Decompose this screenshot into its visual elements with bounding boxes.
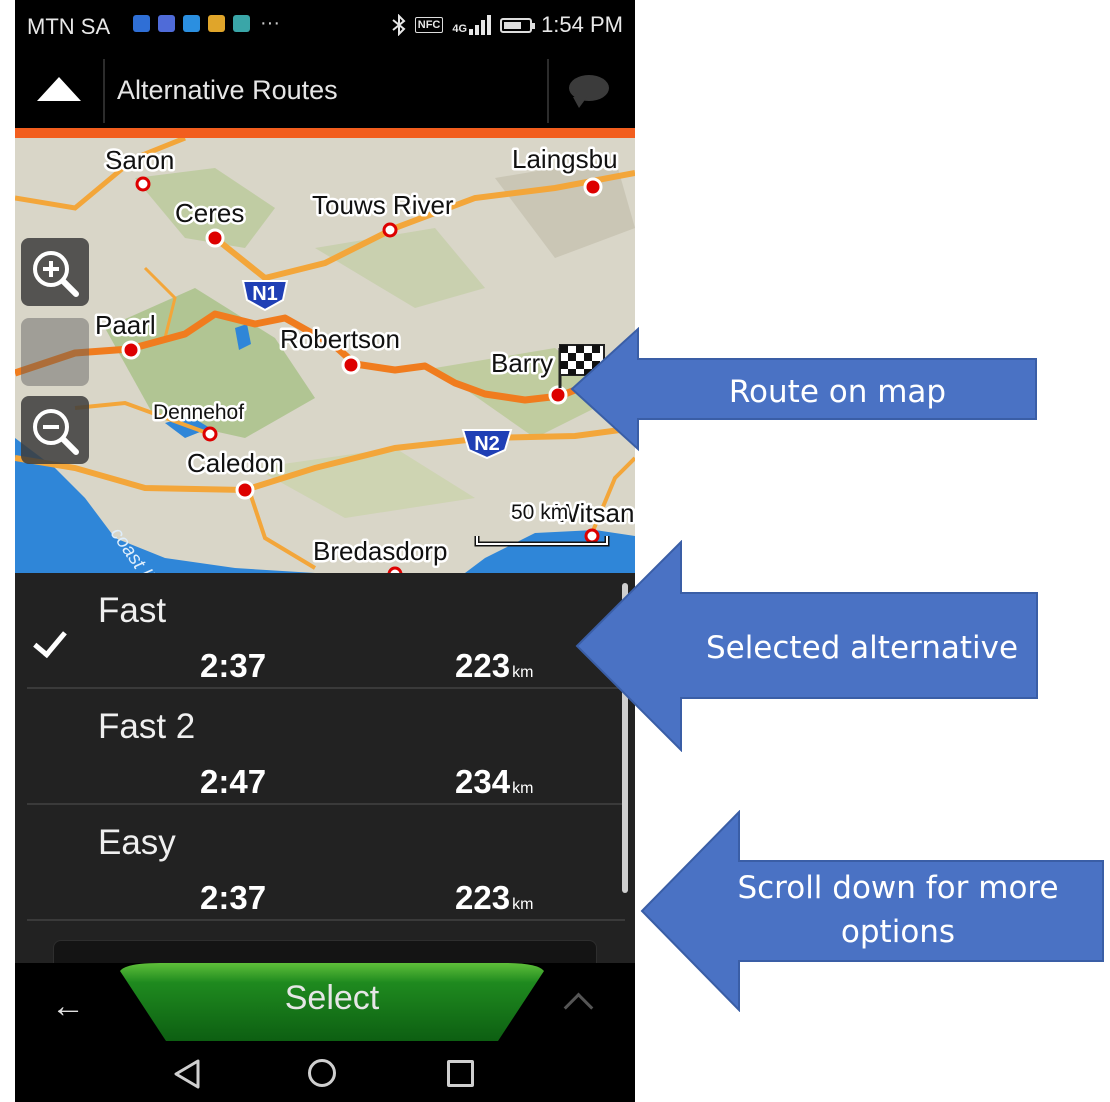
route-distance: 234 [455, 763, 511, 800]
header-accent-bar [15, 128, 635, 138]
barrydale-marker [548, 385, 568, 405]
zoom-out-icon [33, 409, 79, 455]
row-divider [27, 919, 625, 921]
saron-marker [135, 176, 151, 192]
route-option-easy[interactable]: Easy 2:37 223 km [15, 805, 625, 921]
nav-home-icon[interactable] [308, 1059, 336, 1087]
map-view-toggle-button[interactable] [21, 318, 89, 386]
header-divider [547, 59, 549, 123]
n2-label: N2 [474, 433, 500, 455]
chevron-up-icon[interactable] [563, 992, 594, 1023]
map-place-label: Paarl [95, 310, 156, 340]
gallery-notification-icon [233, 15, 250, 32]
signal-bars-icon [469, 15, 492, 35]
route-time: 2:47 [200, 763, 267, 800]
map-place-label: Barry [491, 348, 553, 378]
route-distance-block: 234 km [455, 763, 533, 801]
route-alternatives-list[interactable]: Fast 2:37 223 km Fast 2 2:47 234 km Easy 2… [15, 573, 635, 963]
battery-level [504, 21, 522, 29]
nfc-icon: NFC [414, 17, 444, 33]
route-distance: 223 [455, 647, 511, 684]
route-name: Fast [98, 591, 167, 630]
navigation-arrow-icon[interactable] [37, 77, 81, 101]
network-type-label: 4G [452, 23, 468, 35]
route-option-fast[interactable]: Fast 2:37 223 km [15, 573, 625, 689]
dennehof-marker [202, 426, 218, 442]
route-time: 2:37 [200, 647, 267, 684]
route-name: Fast 2 [98, 707, 196, 746]
map-place-label: Caledon [187, 448, 284, 478]
map-canvas[interactable]: coast line N1 N2 Saron Laingsbu Ceres To… [15, 138, 635, 573]
map-place-label: Saron [105, 145, 174, 175]
distance-unit: km [512, 780, 534, 797]
android-navigation-bar [15, 1043, 635, 1102]
route-on-map-callout-label: Route on map [728, 374, 947, 410]
chat-bubble-icon[interactable] [569, 75, 609, 108]
signal-icon: 4G [452, 15, 492, 35]
zoom-out-button[interactable] [21, 396, 89, 464]
n1-label: N1 [252, 283, 278, 305]
zoom-in-button[interactable] [21, 238, 89, 306]
paarl-marker [121, 340, 141, 360]
route-time: 2:37 [200, 879, 267, 916]
map-place-label: Touws River [312, 190, 454, 220]
route-name: Easy [98, 823, 176, 862]
route-distance: 223 [455, 879, 511, 916]
touws-river-marker [382, 222, 398, 238]
app-notification-icon [158, 15, 175, 32]
page-title: Alternative Routes [117, 75, 338, 105]
map-place-label: Dennehof [153, 401, 244, 424]
back-arrow-icon[interactable]: ← [51, 989, 85, 1023]
laingsburg-marker [583, 177, 603, 197]
map-scale-label: 50 km [511, 501, 568, 524]
nav-back-icon[interactable] [173, 1059, 201, 1089]
selected-alternative-callout-label: Selected alternative [705, 630, 1019, 666]
message-notification-icon [183, 15, 200, 32]
zoom-in-icon [33, 251, 79, 297]
more-notifications-icon: ··· [260, 12, 280, 34]
battery-icon [500, 17, 536, 33]
map-place-label: Ceres [175, 198, 244, 228]
route-distance-block: 223 km [455, 647, 533, 685]
caledon-marker [235, 480, 255, 500]
header-divider [103, 59, 105, 123]
clock: 1:54 PM [541, 12, 623, 37]
nav-recents-icon[interactable] [447, 1060, 474, 1087]
app-header: Alternative Routes [15, 55, 635, 128]
selected-check-icon [33, 622, 67, 659]
notification-icons: ··· [133, 12, 280, 34]
select-button-label: Select [284, 979, 380, 1017]
map-place-label: Robertson [280, 324, 400, 354]
ceres-marker [205, 228, 225, 248]
maps-notification-icon [133, 15, 150, 32]
carrier-name: MTN SA [27, 14, 111, 39]
bottom-action-bar: ← Select [15, 963, 635, 1043]
distance-unit: km [512, 664, 534, 681]
distance-unit: km [512, 896, 534, 913]
phone-screen: MTN SA ··· NFC 4G 1:54 PM Alternative Ro… [15, 0, 635, 1102]
next-route-option-partial[interactable] [53, 940, 597, 963]
status-bar: MTN SA ··· NFC 4G 1:54 PM [15, 0, 635, 55]
route-option-fast-2[interactable]: Fast 2 2:47 234 km [15, 689, 625, 805]
system-status-icons: NFC 4G 1:54 PM [392, 12, 623, 38]
calendar-notification-icon [208, 15, 225, 32]
bluetooth-icon [392, 14, 406, 36]
robertson-marker [341, 355, 361, 375]
scroll-down-callout-label: Scroll down for more options [737, 870, 1059, 950]
map-place-label: Laingsbu [512, 144, 618, 174]
route-map[interactable]: coast line N1 N2 Saron Laingsbu Ceres To… [15, 138, 635, 573]
map-place-label: Bredasdorp [313, 536, 447, 566]
route-distance-block: 223 km [455, 879, 533, 917]
